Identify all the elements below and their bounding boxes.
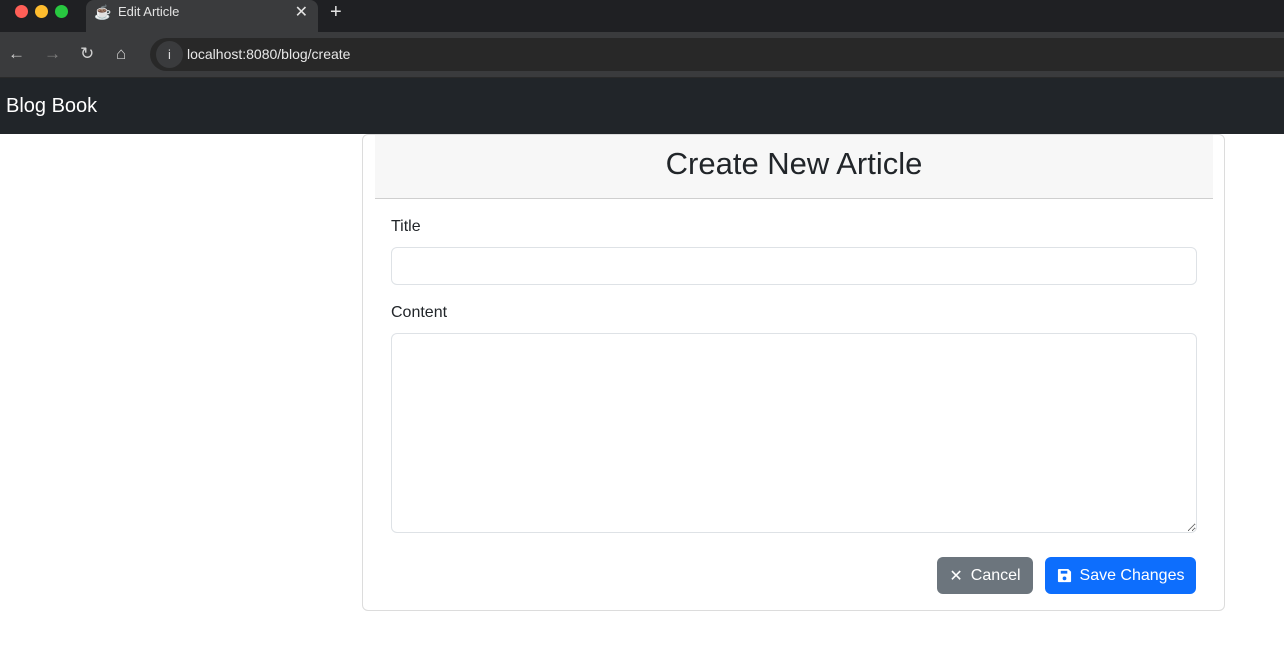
site-info-icon[interactable]: i xyxy=(156,41,183,68)
content-textarea[interactable] xyxy=(391,333,1197,533)
article-form-card: Create New Article Title Content ✕ Cancel… xyxy=(362,134,1225,611)
home-icon[interactable]: ⌂ xyxy=(116,44,126,64)
forward-icon[interactable]: → xyxy=(44,44,61,64)
save-label: Save Changes xyxy=(1079,566,1185,584)
page-title: Create New Article xyxy=(665,146,923,181)
browser-tab[interactable]: ☕ Edit Article ✕ xyxy=(86,0,318,32)
window-maximize-button[interactable] xyxy=(55,5,68,18)
window-minimize-button[interactable] xyxy=(35,5,48,18)
floppy-disk-icon xyxy=(1057,568,1071,583)
window-close-button[interactable] xyxy=(15,5,28,18)
card-header: Create New Article xyxy=(375,135,1213,199)
tab-title: Edit Article xyxy=(118,4,180,19)
save-button[interactable]: Save Changes xyxy=(1045,557,1196,594)
title-input[interactable] xyxy=(391,247,1197,285)
tab-close-icon[interactable]: ✕ xyxy=(295,2,308,22)
cancel-label: Cancel xyxy=(970,566,1021,584)
url-text[interactable]: localhost:8080/blog/create xyxy=(187,46,350,62)
content-label: Content xyxy=(391,304,448,321)
browser-tab-bar: ☕ Edit Article ✕ + xyxy=(0,0,1284,32)
navbar: Blog Book xyxy=(0,78,1284,134)
new-tab-button[interactable]: + xyxy=(330,1,342,24)
reload-icon[interactable]: ↻ xyxy=(80,44,94,64)
browser-toolbar: ← → ↻ ⌂ i localhost:8080/blog/create xyxy=(0,32,1284,78)
coffee-cup-icon: ☕ xyxy=(94,4,112,20)
back-icon[interactable]: ← xyxy=(8,44,25,64)
title-label: Title xyxy=(391,218,421,235)
brand-link[interactable]: Blog Book xyxy=(6,95,97,118)
cancel-button[interactable]: ✕ Cancel xyxy=(937,557,1033,594)
address-bar[interactable]: i localhost:8080/blog/create xyxy=(150,38,1284,71)
close-icon: ✕ xyxy=(949,567,963,585)
